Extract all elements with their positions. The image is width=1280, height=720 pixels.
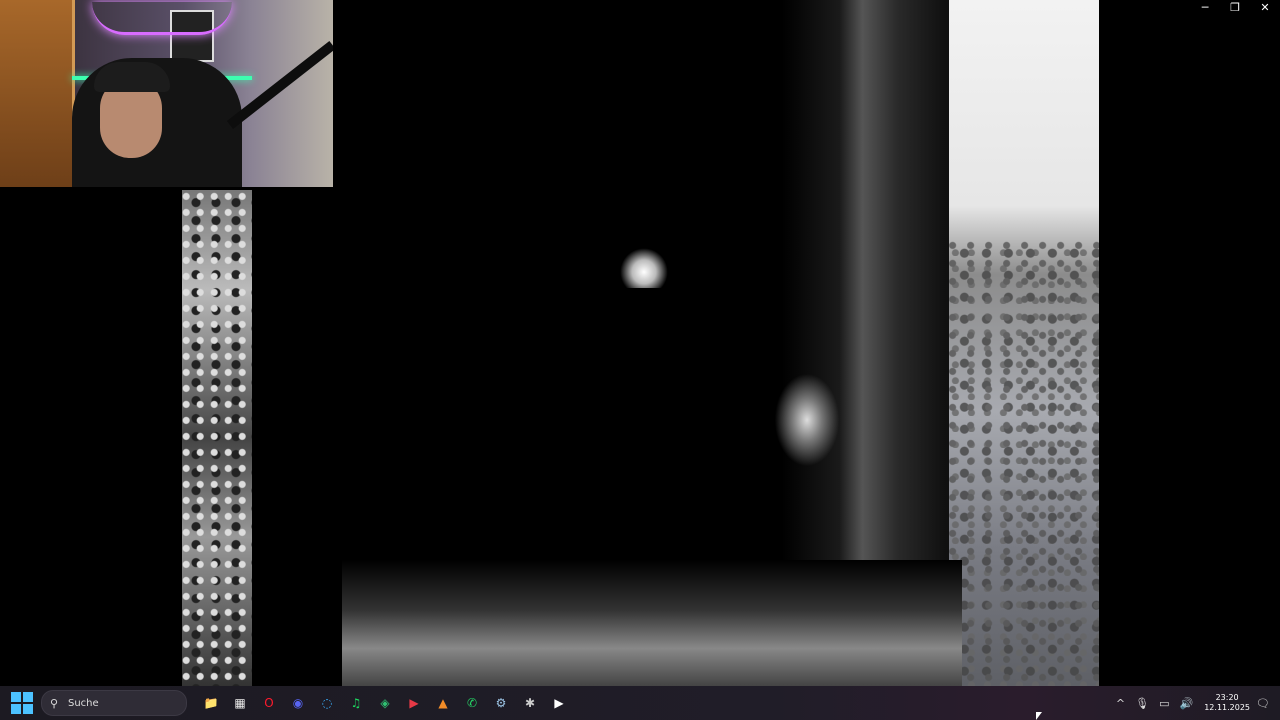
steam-icon[interactable]: ⚙ (490, 692, 512, 714)
media-player-icon[interactable]: ▶ (548, 692, 570, 714)
taskbar: ⚲ Suche 📁 ▦ O ◉ ◌ ♫ ◈ ▶ ▲ ✆ ⚙ ✱ ▶ ^ 🎙 ▭ 🔊 23:20 12.1… (0, 686, 1280, 720)
rocky-floor (342, 560, 962, 686)
light-glint-2 (772, 370, 842, 470)
light-glint (620, 248, 668, 288)
restore-button[interactable]: ❐ (1220, 0, 1250, 16)
app-settings-icon[interactable]: ✱ (519, 692, 541, 714)
tray-chevron-icon[interactable]: ^ (1116, 697, 1125, 710)
discord-icon[interactable]: ◉ (287, 692, 309, 714)
window-controls: ─ ❐ ✕ (1190, 0, 1280, 16)
cabinet (0, 0, 75, 187)
windows-start-icon[interactable] (11, 692, 33, 714)
volume-icon[interactable]: 🔊 (1180, 697, 1194, 710)
opera-icon[interactable]: O (258, 692, 280, 714)
close-button[interactable]: ✕ (1250, 0, 1280, 16)
search-box[interactable]: ⚲ Suche (41, 690, 187, 716)
app-orange-icon[interactable]: ▲ (432, 692, 454, 714)
system-tray: ^ 🎙 ▭ 🔊 23:20 12.11.2025 🗨 (1111, 686, 1280, 720)
file-explorer-icon[interactable]: 📁 (200, 692, 222, 714)
minimize-button[interactable]: ─ (1190, 0, 1220, 16)
app-green-icon[interactable]: ◈ (374, 692, 396, 714)
clock-date: 12.11.2025 (1204, 703, 1251, 712)
mic-arm (226, 41, 333, 129)
app-red-icon[interactable]: ▶ (403, 692, 425, 714)
browser-icon[interactable]: ◌ (316, 692, 338, 714)
neon-light (92, 2, 232, 35)
rock-wall-left (182, 190, 252, 686)
streamer-hair (94, 62, 170, 92)
webcam-overlay (0, 0, 333, 187)
search-placeholder: Suche (68, 697, 99, 709)
clock-time: 23:20 (1215, 693, 1239, 702)
whatsapp-icon[interactable]: ✆ (461, 692, 483, 714)
notification-icon[interactable]: 🗨 (1256, 697, 1270, 710)
network-icon[interactable]: ▭ (1159, 697, 1169, 710)
search-icon: ⚲ (50, 696, 59, 710)
mouse-cursor-icon (1036, 712, 1042, 720)
microphone-icon[interactable]: 🎙 (1135, 697, 1149, 710)
rock-wall-right (949, 0, 1099, 686)
clock[interactable]: 23:20 12.11.2025 (1204, 693, 1250, 713)
store-icon[interactable]: ▦ (229, 692, 251, 714)
spotify-icon[interactable]: ♫ (345, 692, 367, 714)
